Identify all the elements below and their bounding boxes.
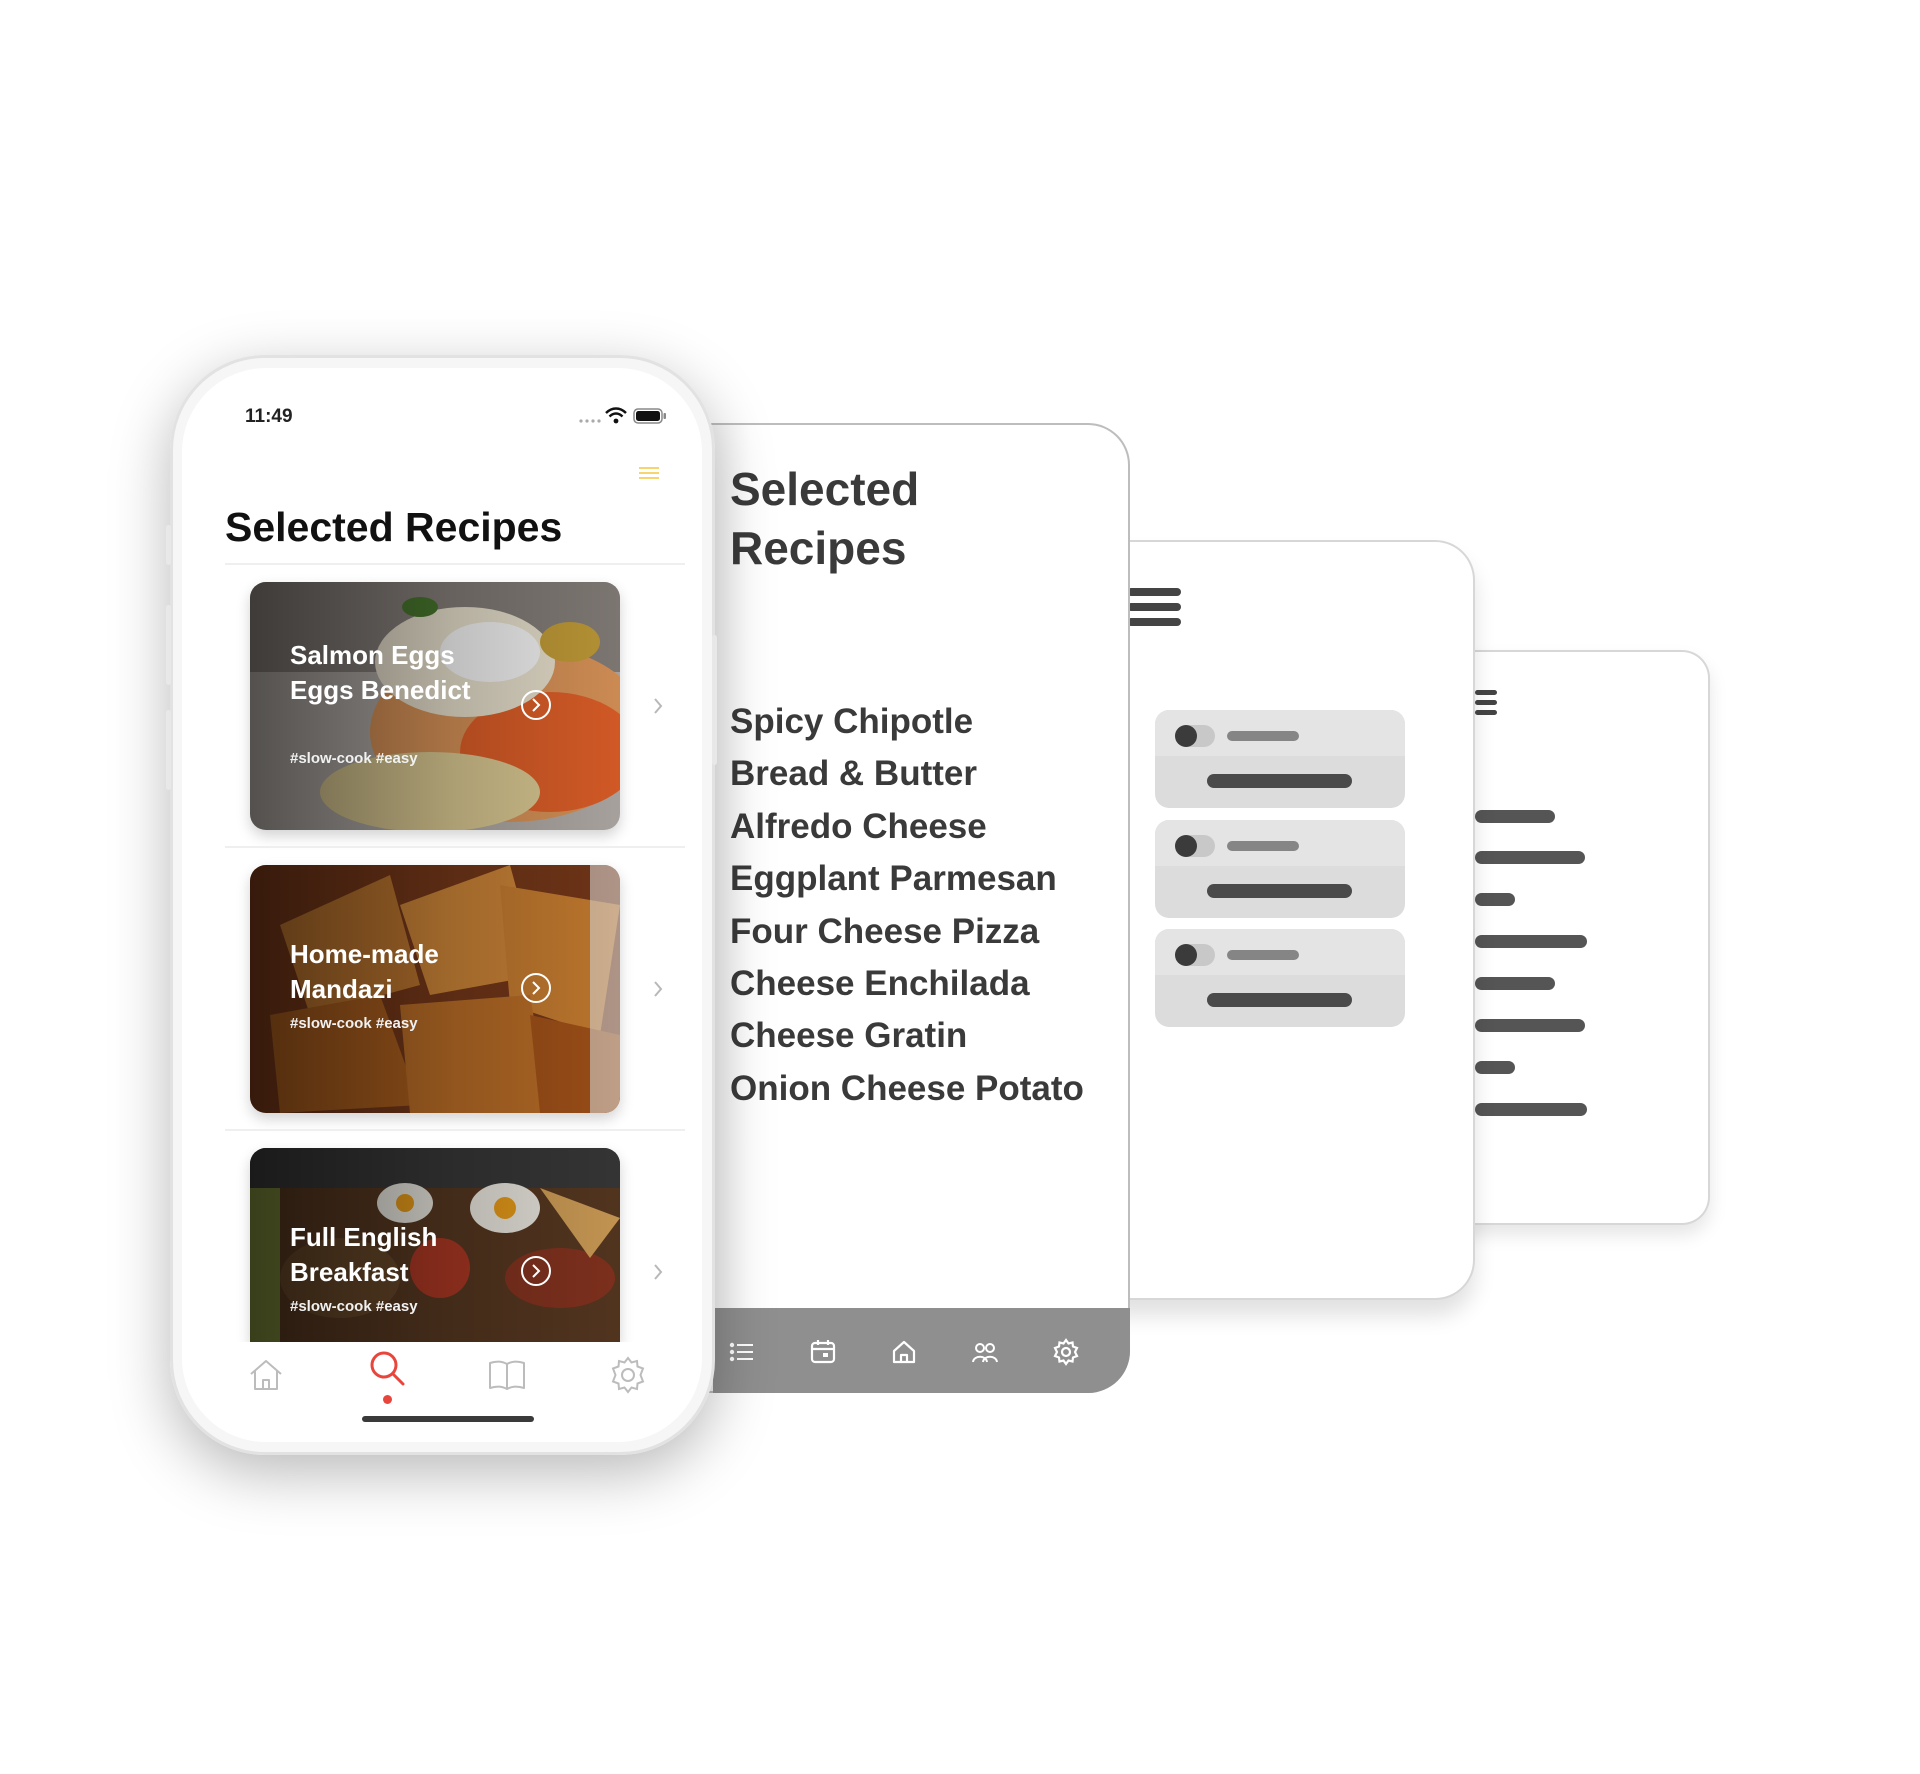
settings-icon[interactable] [608,1355,648,1395]
list-item[interactable]: Spicy Chipotle [730,702,973,742]
text-placeholder-bar [1475,1061,1515,1074]
recipe-tags: #slow-cook #easy [290,1298,418,1315]
divider [225,563,685,565]
page-title: Selected Recipes [225,504,563,550]
signal-icon [579,419,601,423]
wifi-icon [605,407,627,424]
toggle-switch[interactable] [1175,835,1197,857]
hamburger-icon [1475,690,1497,716]
people-icon[interactable] [971,1338,999,1366]
list-icon[interactable] [728,1338,756,1366]
recipe-title: Full English Breakfast [290,1222,438,1287]
settings-icon[interactable] [1052,1338,1080,1366]
battery-icon [633,408,666,424]
chevron-right-icon[interactable] [652,696,664,716]
book-icon[interactable] [487,1355,527,1395]
list-item[interactable]: Onion Cheese Potato [730,1069,1084,1109]
recipe-tags: #slow-cook #easy [290,1015,418,1032]
recipe-card-salmon-eggs-benedict[interactable]: Salmon Eggs Eggs Benedict #slow-cook #ea… [250,582,620,830]
arrow-circle-icon[interactable] [520,972,552,1004]
list-item[interactable]: Eggplant Parmesan [730,859,1057,899]
chevron-right-icon[interactable] [652,1262,664,1282]
text-placeholder-bar [1475,851,1585,864]
text-placeholder-bar [1475,977,1555,990]
home-icon[interactable] [890,1338,918,1366]
text-placeholder-bar [1475,1019,1585,1032]
home-indicator[interactable] [362,1416,534,1422]
arrow-circle-icon[interactable] [520,689,552,721]
divider [225,1129,685,1131]
text-placeholder-bar [1475,935,1587,948]
recipe-card-home-made-mandazi[interactable]: Home-made Mandazi #slow-cook #easy [250,865,620,1113]
volume-up-button [166,605,171,685]
toggle-row[interactable] [1155,929,1405,1027]
status-time: 11:49 [245,406,293,427]
hamburger-icon [1127,588,1181,628]
power-button [712,635,717,765]
toggle-switch[interactable] [1175,944,1197,966]
list-item[interactable]: Bread & Butter [730,754,977,794]
home-icon[interactable] [246,1355,286,1395]
recipe-title: Home-made Mandazi [290,939,439,1004]
toggle-row[interactable] [1155,820,1405,918]
side-button [166,525,171,565]
arrow-circle-icon[interactable] [520,1255,552,1287]
text-placeholder-bar [1475,810,1555,823]
calendar-icon[interactable] [809,1338,837,1366]
text-placeholder-bar [1475,1103,1587,1116]
volume-down-button [166,710,171,790]
divider [225,846,685,848]
wireframe-title: Selected Recipes [730,463,920,574]
active-tab-dot [383,1395,392,1404]
toggle-row[interactable] [1155,710,1405,808]
chevron-right-icon[interactable] [652,979,664,999]
toggle-switch[interactable] [1175,725,1197,747]
search-icon[interactable] [367,1348,407,1388]
menu-icon[interactable] [638,466,660,480]
list-item[interactable]: Cheese Gratin [730,1016,967,1056]
list-item[interactable]: Alfredo Cheese [730,807,987,847]
recipe-tags: #slow-cook #easy [290,750,418,767]
wireframe-card-toggles [1110,540,1475,1300]
recipe-card-full-english-breakfast[interactable]: Full English Breakfast #slow-cook #easy [250,1148,620,1342]
text-placeholder-bar [1475,893,1515,906]
recipe-title: Salmon Eggs Eggs Benedict [290,640,471,705]
list-item[interactable]: Cheese Enchilada [730,964,1030,1004]
list-item[interactable]: Four Cheese Pizza [730,912,1039,952]
